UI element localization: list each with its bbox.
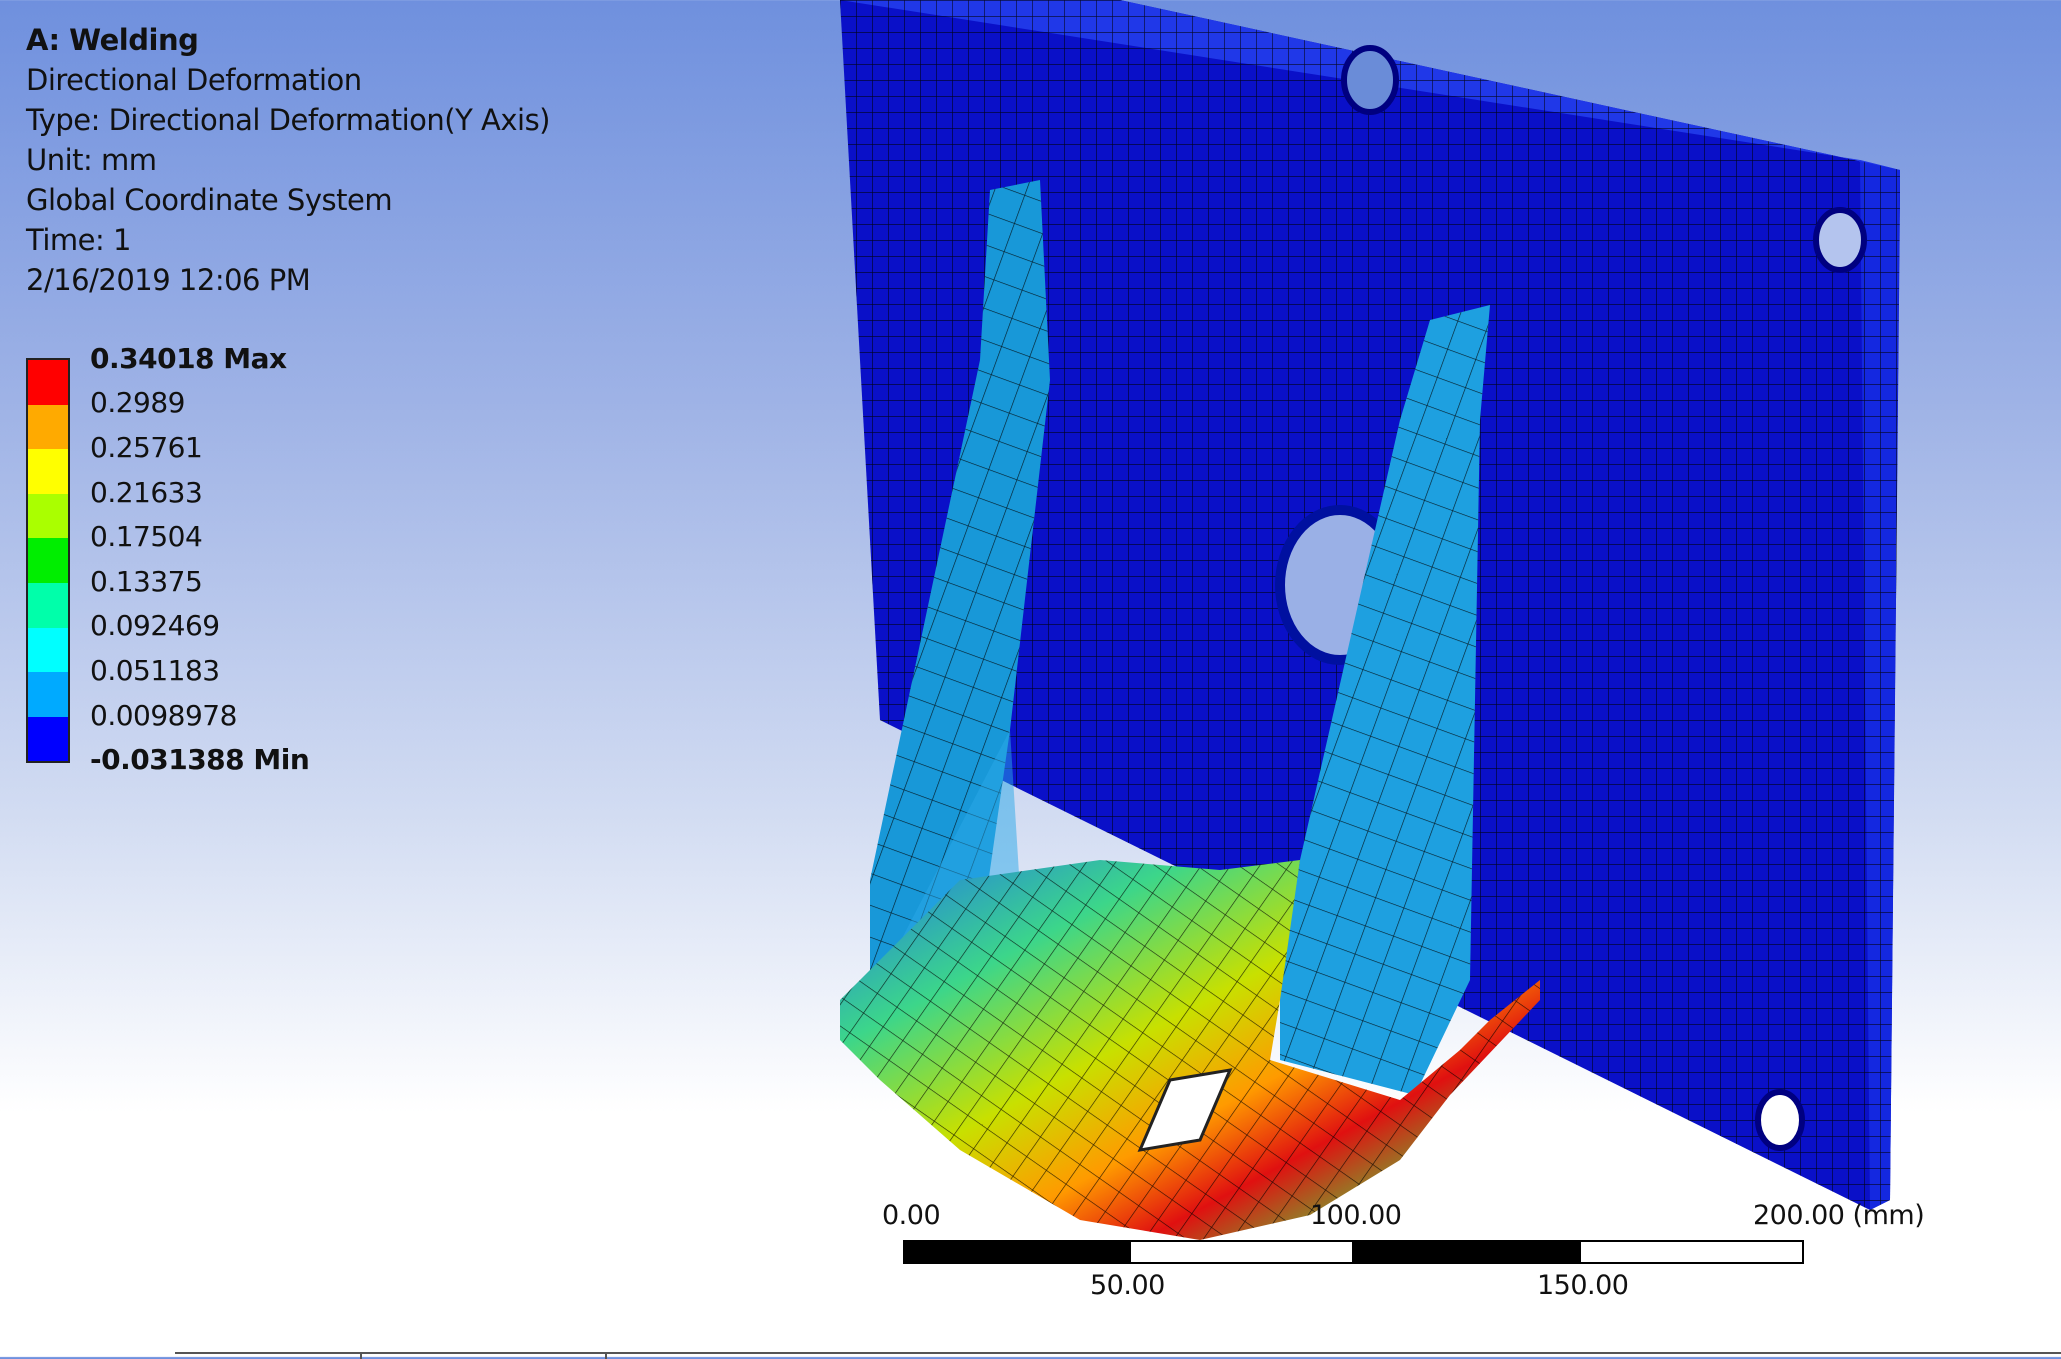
legend-band-3: [28, 449, 68, 494]
legend-color-bar: [26, 358, 70, 764]
fea-model-viewport[interactable]: [840, 0, 1960, 1280]
scale-segment: [1129, 1240, 1354, 1264]
details-table-edge: [175, 1352, 2061, 1359]
legend-band-9: [28, 716, 68, 762]
scale-label: 0.00: [882, 1200, 941, 1231]
result-name: Directional Deformation: [26, 63, 362, 97]
result-info-panel: A: Welding Directional Deformation Type:…: [26, 20, 551, 300]
scale-bar: 0.00 100.00 200.00 (mm) 50.00 150.00: [870, 1200, 1970, 1320]
legend-band-6: [28, 582, 68, 628]
legend-value-label: 0.21633: [90, 476, 203, 509]
scale-segment: [1354, 1240, 1579, 1264]
result-unit: Unit: mm: [26, 143, 157, 177]
scale-label: 200.00 (mm): [1753, 1200, 1925, 1231]
legend-value-label: 0.0098978: [90, 699, 237, 732]
legend-value-label: 0.25761: [90, 431, 203, 464]
legend-value-label: 0.17504: [90, 520, 203, 553]
bolt-hole: [1341, 45, 1399, 115]
legend-value-label: 0.13375: [90, 565, 203, 598]
legend-min-label: -0.031388 Min: [90, 743, 310, 776]
legend-band-1: [28, 360, 68, 405]
analysis-title: A: Welding: [26, 23, 199, 57]
scale-segment: [1579, 1240, 1804, 1264]
legend-band-7: [28, 627, 68, 673]
legend-band-8: [28, 672, 68, 717]
legend-value-label: 0.051183: [90, 654, 220, 687]
scale-label: 150.00: [1537, 1270, 1629, 1301]
scale-label: 50.00: [1090, 1270, 1165, 1301]
bolt-hole: [1755, 1089, 1805, 1151]
result-type: Type: Directional Deformation(Y Axis): [26, 103, 551, 137]
coordinate-system: Global Coordinate System: [26, 183, 393, 217]
legend-value-label: 0.2989: [90, 386, 185, 419]
legend-band-4: [28, 493, 68, 539]
legend-band-5: [28, 538, 68, 583]
result-date: 2/16/2019 12:06 PM: [26, 263, 311, 297]
legend-value-label: 0.092469: [90, 609, 220, 642]
legend-max-label: 0.34018 Max: [90, 342, 287, 375]
legend-band-2: [28, 404, 68, 450]
scale-label: 100.00: [1310, 1200, 1402, 1231]
scale-segment: [903, 1240, 1129, 1264]
bolt-hole: [1813, 207, 1867, 273]
result-time: Time: 1: [26, 223, 131, 257]
